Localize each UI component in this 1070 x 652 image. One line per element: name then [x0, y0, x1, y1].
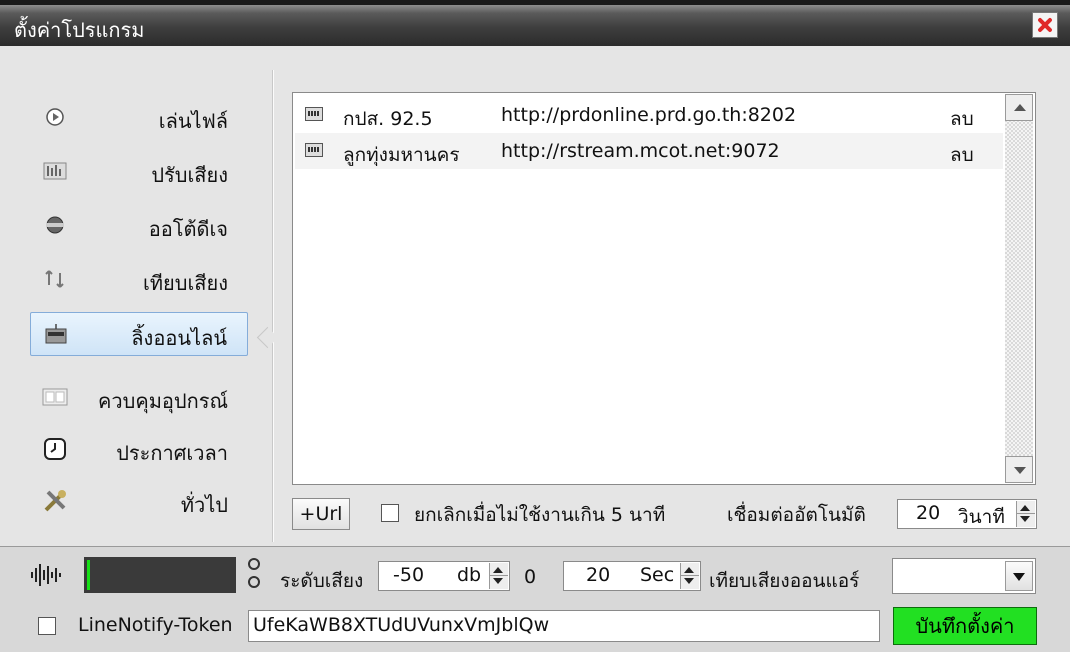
list-item[interactable]: กปส. 92.5 http://prdonline.prd.go.th:820…: [295, 97, 1003, 133]
seconds-unit: Sec: [640, 564, 675, 586]
stream-url: http://rstream.mcot.net:9072: [501, 140, 780, 162]
spin-buttons[interactable]: [680, 563, 699, 589]
stream-name: ลูกทุ่งมหานคร: [343, 144, 460, 166]
level-label: ระดับเสียง: [280, 570, 364, 592]
settings-window: ตั้งค่าโปรแกรม เล่นไฟล์ ปรับเสียง ออโต้ด…: [0, 0, 1070, 652]
meter-indicator-bottom: [248, 576, 260, 588]
audio-level-meter: [84, 557, 236, 593]
sidebar-item-auto-dj[interactable]: ออโต้ดีเจ: [30, 204, 248, 248]
tools-icon: [42, 488, 68, 514]
scroll-up-button[interactable]: [1005, 94, 1033, 121]
level-stepper[interactable]: -50 db: [378, 561, 510, 591]
meter-indicator-top: [248, 558, 260, 570]
seconds-value: 20: [586, 564, 611, 586]
stream-list[interactable]: กปส. 92.5 http://prdonline.prd.go.th:820…: [292, 92, 1036, 485]
vertical-scrollbar[interactable]: [1005, 94, 1033, 483]
clock-icon: [42, 436, 68, 462]
spin-down-icon[interactable]: [493, 578, 503, 584]
add-url-button[interactable]: +Url: [292, 498, 350, 530]
level-readout: 0: [524, 566, 537, 588]
spin-buttons[interactable]: [489, 563, 508, 589]
arrow-down-icon: [1014, 467, 1026, 474]
spin-up-icon[interactable]: [684, 567, 694, 573]
equalizer-icon: [42, 158, 68, 184]
idle-cancel-label: ยกเลิกเมื่อไม่ใช้งานเกิน 5 นาที: [414, 504, 666, 526]
sidebar-item-label: ลิ้งออนไลน์: [131, 326, 227, 350]
sidebar-item-online-link[interactable]: ลิ้งออนไลน์: [30, 312, 248, 356]
close-icon[interactable]: [1032, 12, 1058, 38]
radio-icon: [305, 143, 323, 157]
sidebar-item-label: ปรับเสียง: [151, 163, 228, 187]
idle-cancel-checkbox[interactable]: [381, 504, 399, 522]
auto-reconnect-stepper[interactable]: 20 วินาที: [897, 499, 1037, 529]
stream-url: http://prdonline.prd.go.th:8202: [501, 104, 797, 126]
sidebar-item-label: ควบคุมอุปกรณ์: [98, 389, 228, 413]
spin-up-icon[interactable]: [1020, 505, 1030, 511]
sidebar-item-device-control[interactable]: ควบคุมอุปกรณ์: [30, 376, 248, 420]
sidebar-item-play-file[interactable]: เล่นไฟล์: [30, 96, 248, 140]
stream-name: กปส. 92.5: [343, 108, 433, 130]
level-value: -50: [393, 564, 425, 586]
save-settings-button[interactable]: บันทึกตั้งค่า: [893, 607, 1037, 645]
device-control-icon: [42, 384, 68, 410]
delete-link[interactable]: ลบ: [950, 104, 974, 134]
sidebar-item-label: ออโต้ดีเจ: [148, 217, 228, 241]
sidebar-item-general[interactable]: ทั่วไป: [30, 480, 248, 524]
waveform-icon: [28, 560, 68, 594]
sync-audio-icon: [42, 266, 68, 292]
sidebar-item-label: ทั่วไป: [180, 493, 228, 517]
seconds-stepper[interactable]: 20 Sec: [563, 561, 701, 591]
chevron-down-icon[interactable]: [1005, 561, 1033, 591]
delete-link[interactable]: ลบ: [950, 140, 974, 170]
spin-up-icon[interactable]: [493, 567, 503, 573]
title-bar[interactable]: ตั้งค่าโปรแกรม: [0, 0, 1070, 46]
sidebar-divider: [272, 70, 274, 542]
sidebar-item-sync-audio[interactable]: เทียบเสียง: [30, 258, 248, 302]
sidebar-item-label: เล่นไฟล์: [158, 109, 228, 133]
spin-down-icon[interactable]: [684, 578, 694, 584]
sidebar-item-equalizer[interactable]: ปรับเสียง: [30, 150, 248, 194]
air-sync-select[interactable]: [892, 558, 1036, 594]
list-item[interactable]: ลูกทุ่งมหานคร http://rstream.mcot.net:90…: [295, 133, 1003, 169]
auto-reconnect-unit: วินาที: [958, 506, 1005, 528]
window-title: ตั้งค่าโปรแกรม: [14, 18, 145, 42]
level-unit: db: [457, 564, 482, 586]
sidebar-item-time-announce[interactable]: ประกาศเวลา: [30, 428, 248, 472]
auto-reconnect-label: เชื่อมต่ออัตโนมัติ: [727, 504, 866, 526]
radio-icon: [305, 107, 323, 121]
online-link-icon: [43, 321, 69, 347]
auto-dj-icon: [42, 212, 68, 238]
spin-down-icon[interactable]: [1020, 516, 1030, 522]
selection-pointer: [256, 326, 279, 349]
scroll-down-button[interactable]: [1005, 456, 1033, 483]
arrow-up-icon: [1014, 104, 1026, 111]
spin-buttons[interactable]: [1016, 501, 1035, 527]
token-label: LineNotify-Token: [78, 614, 233, 636]
sidebar-item-label: เทียบเสียง: [143, 271, 228, 295]
line-notify-checkbox[interactable]: [38, 617, 56, 635]
audio-level-fill: [87, 560, 90, 590]
sidebar-item-label: ประกาศเวลา: [116, 441, 228, 465]
token-input[interactable]: UfeKaWB8XTUdUVunxVmJblQw: [248, 610, 880, 642]
air-sync-label: เทียบเสียงออนแอร์: [709, 570, 860, 592]
play-file-icon: [42, 104, 68, 130]
auto-reconnect-value: 20: [916, 502, 941, 524]
